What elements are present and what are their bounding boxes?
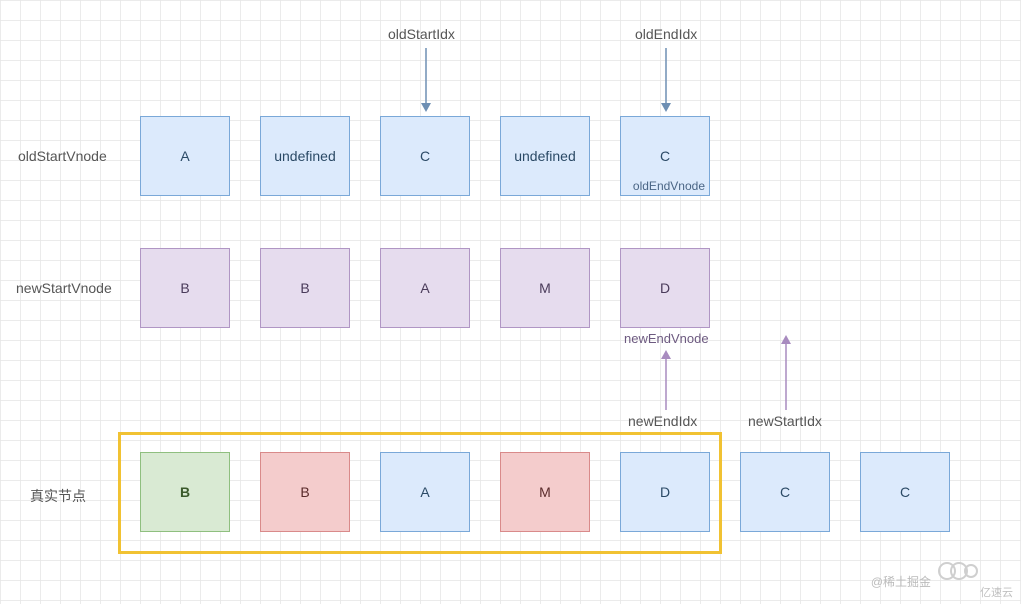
old-node-0: A bbox=[140, 116, 230, 196]
new-node-2: A bbox=[380, 248, 470, 328]
arrow-up-icon bbox=[780, 335, 792, 410]
old-node-1: undefined bbox=[260, 116, 350, 196]
real-node-5: C bbox=[740, 452, 830, 532]
node-text: A bbox=[420, 280, 429, 296]
node-text: A bbox=[180, 148, 189, 164]
real-node-3: M bbox=[500, 452, 590, 532]
new-end-idx-label: newEndIdx bbox=[628, 413, 697, 429]
node-text: undefined bbox=[274, 148, 336, 164]
new-start-vnode-label: newStartVnode bbox=[16, 280, 112, 296]
node-text: C bbox=[780, 484, 790, 500]
node-text: A bbox=[420, 484, 429, 500]
arrow-down-icon bbox=[660, 48, 672, 113]
new-node-0: B bbox=[140, 248, 230, 328]
old-end-vnode-label: oldEndVnode bbox=[633, 179, 705, 193]
real-nodes-label: 真实节点 bbox=[30, 486, 86, 506]
node-text: D bbox=[660, 280, 670, 296]
real-node-2: A bbox=[380, 452, 470, 532]
watermark-text: @稀土掘金 bbox=[871, 573, 931, 590]
real-node-0: B bbox=[140, 452, 230, 532]
arrow-down-icon bbox=[420, 48, 432, 113]
real-node-1: B bbox=[260, 452, 350, 532]
real-node-4: D bbox=[620, 452, 710, 532]
diagram-canvas: oldStartIdx oldEndIdx oldStartVnode A un… bbox=[0, 0, 1021, 604]
node-text: D bbox=[660, 484, 670, 500]
old-node-4: C oldEndVnode bbox=[620, 116, 710, 196]
old-start-vnode-label: oldStartVnode bbox=[18, 148, 107, 164]
node-text: C bbox=[660, 148, 670, 164]
brand-logo-icon bbox=[929, 556, 985, 586]
new-end-vnode-label: newEndVnode bbox=[624, 331, 709, 346]
node-text: C bbox=[420, 148, 430, 164]
node-text: B bbox=[300, 280, 309, 296]
node-text: M bbox=[539, 280, 551, 296]
old-node-3: undefined bbox=[500, 116, 590, 196]
arrow-up-icon bbox=[660, 350, 672, 410]
old-start-idx-label: oldStartIdx bbox=[388, 26, 455, 42]
brand-text: 亿速云 bbox=[980, 584, 1013, 600]
new-start-idx-label: newStartIdx bbox=[748, 413, 822, 429]
node-text: B bbox=[180, 484, 190, 500]
new-node-1: B bbox=[260, 248, 350, 328]
new-node-4: D bbox=[620, 248, 710, 328]
node-text: B bbox=[300, 484, 309, 500]
node-text: C bbox=[900, 484, 910, 500]
node-text: undefined bbox=[514, 148, 576, 164]
new-node-3: M bbox=[500, 248, 590, 328]
node-text: B bbox=[180, 280, 189, 296]
real-node-6: C bbox=[860, 452, 950, 532]
old-node-2: C bbox=[380, 116, 470, 196]
node-text: M bbox=[539, 484, 551, 500]
old-end-idx-label: oldEndIdx bbox=[635, 26, 697, 42]
